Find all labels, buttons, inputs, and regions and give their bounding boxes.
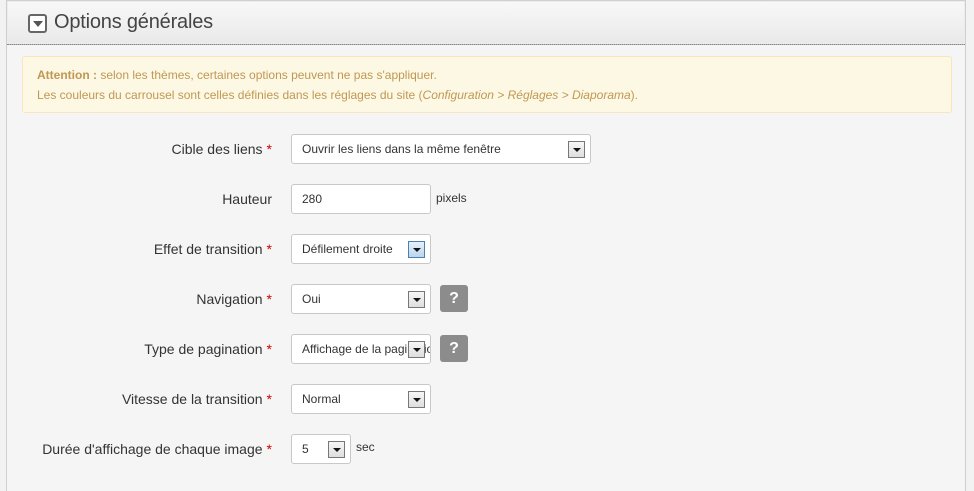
transition-speed-label-text: Vitesse de la transition [121, 391, 263, 407]
chevron-down-icon[interactable] [568, 141, 585, 158]
notice-text-2-end: ). [630, 88, 639, 102]
row-navigation: Navigation * Oui ? [7, 284, 965, 314]
transition-effect-value: Défilement droite [302, 242, 393, 256]
row-pagination-type: Type de pagination * Affichage de la pagi… [7, 334, 965, 364]
transition-effect-label-text: Effet de transition [153, 241, 263, 257]
row-transition-effect: Effet de transition * Défilement droite [7, 234, 965, 264]
row-height: Hauteur 280 pixels [7, 184, 965, 214]
notice-line-2: Les couleurs du carrousel sont celles dé… [37, 85, 951, 105]
required-marker: * [266, 141, 272, 157]
panel-title: Options générales [54, 11, 213, 33]
chevron-down-icon[interactable] [408, 241, 425, 258]
transition-effect-select[interactable]: Défilement droite [291, 234, 431, 264]
link-target-select[interactable]: Ouvrir les liens dans la même fenêtre [291, 134, 591, 164]
panel-header[interactable]: Options générales [7, 0, 965, 45]
display-duration-label-text: Durée d'affichage de chaque image [42, 441, 263, 457]
height-unit: pixels [436, 191, 467, 205]
required-marker: * [266, 391, 272, 407]
help-icon[interactable]: ? [440, 285, 468, 312]
notice-text-1: selon les thèmes, certaines options peuv… [96, 68, 437, 82]
required-marker: * [266, 241, 272, 257]
navigation-value: Oui [302, 292, 321, 306]
chevron-down-icon[interactable] [408, 291, 425, 308]
pagination-type-label-text: Type de pagination [144, 341, 263, 357]
row-transition-speed: Vitesse de la transition * Normal [7, 384, 965, 414]
help-icon[interactable]: ? [440, 335, 468, 362]
height-input[interactable]: 280 [291, 184, 431, 214]
chevron-down-icon[interactable] [328, 441, 345, 458]
link-target-label-text: Cible des liens [171, 141, 263, 157]
display-duration-label: Durée d'affichage de chaque image * [42, 441, 272, 457]
notice-line-1: Attention : selon les thèmes, certaines … [37, 65, 951, 85]
notice-label: Attention : [37, 68, 97, 82]
link-target-value: Ouvrir les liens dans la même fenêtre [302, 142, 501, 156]
height-value: 280 [302, 192, 323, 206]
chevron-down-icon[interactable] [408, 391, 425, 408]
transition-effect-label: Effet de transition * [154, 241, 272, 257]
transition-speed-label: Vitesse de la transition * [122, 391, 272, 407]
pagination-type-label: Type de pagination * [144, 341, 272, 357]
link-target-label: Cible des liens * [171, 141, 272, 157]
pagination-type-select[interactable]: Affichage de la pagination [291, 334, 431, 364]
collapse-arrow-icon[interactable] [28, 14, 47, 33]
row-display-duration: Durée d'affichage de chaque image * 5 sec [7, 434, 965, 464]
navigation-select[interactable]: Oui [291, 284, 431, 314]
display-duration-value: 5 [302, 442, 309, 456]
settings-path: Configuration > Réglages > Diaporama [422, 88, 631, 102]
display-duration-select[interactable]: 5 [291, 434, 351, 464]
chevron-down-icon[interactable] [408, 341, 425, 358]
required-marker: * [266, 341, 272, 357]
required-marker: * [266, 441, 272, 457]
required-marker: * [266, 291, 272, 307]
display-duration-unit: sec [356, 440, 375, 454]
navigation-label: Navigation * [196, 291, 272, 307]
row-link-target: Cible des liens * Ouvrir les liens dans l… [7, 134, 965, 164]
notice-text-2: Les couleurs du carrousel sont celles dé… [37, 88, 423, 102]
attention-notice: Attention : selon les thèmes, certaines … [22, 56, 952, 113]
transition-speed-value: Normal [302, 392, 341, 406]
navigation-label-text: Navigation [196, 291, 263, 307]
height-label: Hauteur [222, 191, 272, 207]
transition-speed-select[interactable]: Normal [291, 384, 431, 414]
options-panel: Options générales Attention : selon les … [6, 0, 966, 491]
